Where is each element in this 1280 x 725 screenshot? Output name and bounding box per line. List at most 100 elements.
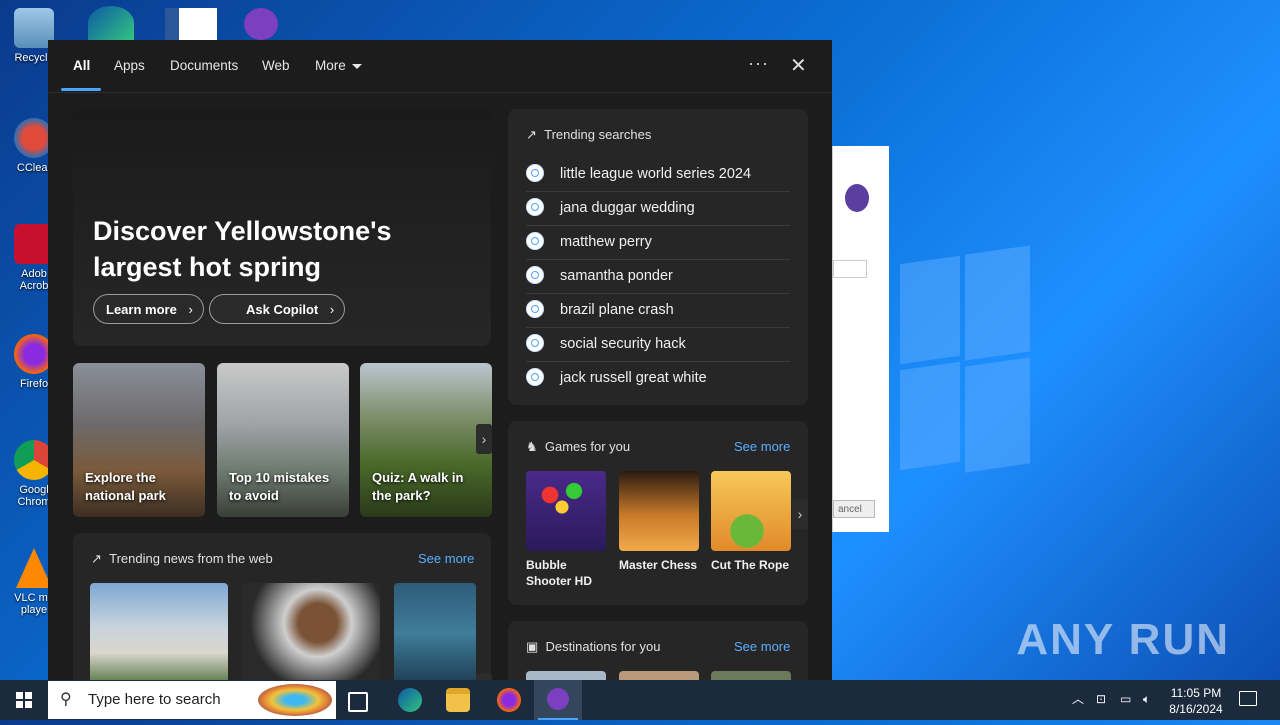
news-thumbnail[interactable] xyxy=(90,583,228,680)
edge-desktop-icon[interactable] xyxy=(88,6,134,40)
cards-next-button[interactable]: › xyxy=(476,424,492,454)
clock[interactable]: 11:05 PM 8/16/2024 xyxy=(1166,686,1226,716)
card-top-mistakes[interactable]: Top 10 mistakes to avoid xyxy=(217,363,349,517)
learn-more-label: Learn more xyxy=(106,302,177,317)
cancel-button[interactable]: ancel xyxy=(833,500,875,518)
active-tab-indicator xyxy=(61,88,101,91)
tab-documents[interactable]: Documents xyxy=(170,58,238,73)
trending-search-item[interactable]: samantha ponder xyxy=(526,260,790,294)
notifications-icon[interactable] xyxy=(1239,691,1257,706)
card-quiz-park[interactable]: Quiz: A walk in the park? xyxy=(360,363,492,517)
game-bubble-shooter[interactable]: Bubble Shooter HD xyxy=(526,471,606,589)
search-icon xyxy=(526,198,544,216)
clock-date: 8/16/2024 xyxy=(1169,702,1223,716)
hero-title: Discover Yellowstone's largest hot sprin… xyxy=(93,216,392,282)
trending-search-item[interactable]: little league world series 2024 xyxy=(526,158,790,192)
search-icon xyxy=(526,266,544,284)
start-button[interactable] xyxy=(0,680,48,720)
trending-search-item[interactable]: social security hack xyxy=(526,328,790,362)
trending-news-heading: ↗ Trending news from the web xyxy=(91,551,273,567)
destination-thumbnail[interactable] xyxy=(526,671,606,680)
more-options-icon[interactable]: ··· xyxy=(748,53,769,74)
destination-thumbnail[interactable] xyxy=(711,671,791,680)
dialog-field[interactable] xyxy=(833,260,867,278)
destination-thumbnail[interactable] xyxy=(619,671,699,680)
news-thumbnail[interactable] xyxy=(242,583,380,680)
search-icon xyxy=(526,368,544,386)
ask-copilot-label: Ask Copilot xyxy=(246,302,319,317)
search-tabbar: All Apps Documents Web More ··· ✕ xyxy=(48,40,832,93)
search-panel: All Apps Documents Web More ··· ✕ Discov… xyxy=(48,40,832,680)
games-section: ♞ Games for you See more Bubble Shooter … xyxy=(508,421,808,605)
chevron-right-icon: › xyxy=(329,302,335,317)
trending-search-text: little league world series 2024 xyxy=(560,166,752,182)
game-name: Master Chess xyxy=(619,558,698,572)
chevron-right-icon: › xyxy=(188,302,193,317)
taskbar-search-placeholder: Type here to search xyxy=(88,691,221,708)
games-see-more[interactable]: See more xyxy=(734,439,790,454)
taskbar: ⚲ Type here to search ︿ ⊡ ▭ 🔈︎ 11:05 PM … xyxy=(0,680,1280,720)
file-explorer-icon[interactable] xyxy=(446,688,470,712)
destinations-heading: ▣ Destinations for you xyxy=(526,639,660,655)
card-explore-park[interactable]: Explore the national park xyxy=(73,363,205,517)
learn-more-button[interactable]: Learn more › xyxy=(93,294,204,324)
trending-search-item[interactable]: brazil plane crash xyxy=(526,294,790,328)
edge-taskbar-icon[interactable] xyxy=(398,688,422,712)
hero-banner[interactable]: Discover Yellowstone's largest hot sprin… xyxy=(73,108,491,346)
trending-searches-section: ↗ Trending searches little league world … xyxy=(508,109,808,405)
game-thumbnail xyxy=(619,471,699,551)
anyrun-watermark: ANY RUN xyxy=(1016,615,1230,664)
game-master-chess[interactable]: Master Chess xyxy=(619,471,699,573)
card-caption: Top 10 mistakes to avoid xyxy=(229,470,330,503)
trending-searches-heading: ↗ Trending searches xyxy=(526,127,651,143)
task-view-icon[interactable] xyxy=(348,692,368,712)
news-next-button[interactable]: › xyxy=(476,673,492,680)
windows-wallpaper-logo xyxy=(890,240,1030,480)
tab-apps[interactable]: Apps xyxy=(114,58,145,73)
card-caption: Explore the national park xyxy=(85,470,166,503)
games-heading: ♞ Games for you xyxy=(526,439,630,455)
game-cut-the-rope[interactable]: Cut The Rope xyxy=(711,471,791,573)
game-thumbnail xyxy=(526,471,606,551)
luggage-icon: ▣ xyxy=(526,639,539,654)
dialog-app-icon xyxy=(845,184,869,212)
firefox-taskbar-icon[interactable] xyxy=(497,688,521,712)
gamepad-icon: ♞ xyxy=(526,439,538,454)
tray-device-icon[interactable]: ⊡ xyxy=(1096,692,1106,706)
trending-news-see-more[interactable]: See more xyxy=(418,551,474,566)
game-name: Cut The Rope xyxy=(711,558,789,572)
tab-more[interactable]: More xyxy=(315,58,362,73)
clock-time: 11:05 PM xyxy=(1170,686,1222,700)
active-app-highlight[interactable] xyxy=(534,680,582,720)
background-dialog-window: ancel xyxy=(832,146,889,532)
search-icon xyxy=(526,334,544,352)
search-icon xyxy=(526,164,544,182)
volume-icon[interactable]: 🔈︎ xyxy=(1143,692,1150,706)
destinations-see-more[interactable]: See more xyxy=(734,639,790,654)
taskbar-search-box[interactable]: ⚲ Type here to search xyxy=(48,681,336,719)
close-icon[interactable]: ✕ xyxy=(790,53,807,78)
games-next-button[interactable]: › xyxy=(792,499,808,529)
trending-news-title: Trending news from the web xyxy=(109,551,273,566)
trending-searches-title: Trending searches xyxy=(544,127,652,142)
trending-search-item[interactable]: jack russell great white xyxy=(526,362,790,396)
network-icon[interactable]: ▭ xyxy=(1120,692,1131,706)
trending-search-item[interactable]: jana duggar wedding xyxy=(526,192,790,226)
ask-copilot-button[interactable]: Ask Copilot › xyxy=(209,294,346,324)
news-thumbnail[interactable] xyxy=(394,583,476,680)
trending-news-section: ↗ Trending news from the web See more › xyxy=(73,533,492,680)
trending-search-text: brazil plane crash xyxy=(560,302,674,318)
app-desktop-icon[interactable] xyxy=(244,8,278,40)
tray-chevron-up-icon[interactable]: ︿ xyxy=(1072,692,1084,706)
tab-web[interactable]: Web xyxy=(262,58,290,73)
desktop-icon-label: Googl Chrom xyxy=(17,484,51,508)
game-name: Bubble Shooter HD xyxy=(526,558,592,588)
destinations-section: ▣ Destinations for you See more xyxy=(508,621,808,680)
word-desktop-icon[interactable] xyxy=(165,8,217,40)
trending-search-text: jana duggar wedding xyxy=(560,200,695,216)
tab-all[interactable]: All xyxy=(73,58,90,73)
destinations-title: Destinations for you xyxy=(545,639,661,654)
trending-search-item[interactable]: matthew perry xyxy=(526,226,790,260)
trending-search-text: social security hack xyxy=(560,336,686,352)
desktop-icon-label: Firefo xyxy=(19,378,49,390)
